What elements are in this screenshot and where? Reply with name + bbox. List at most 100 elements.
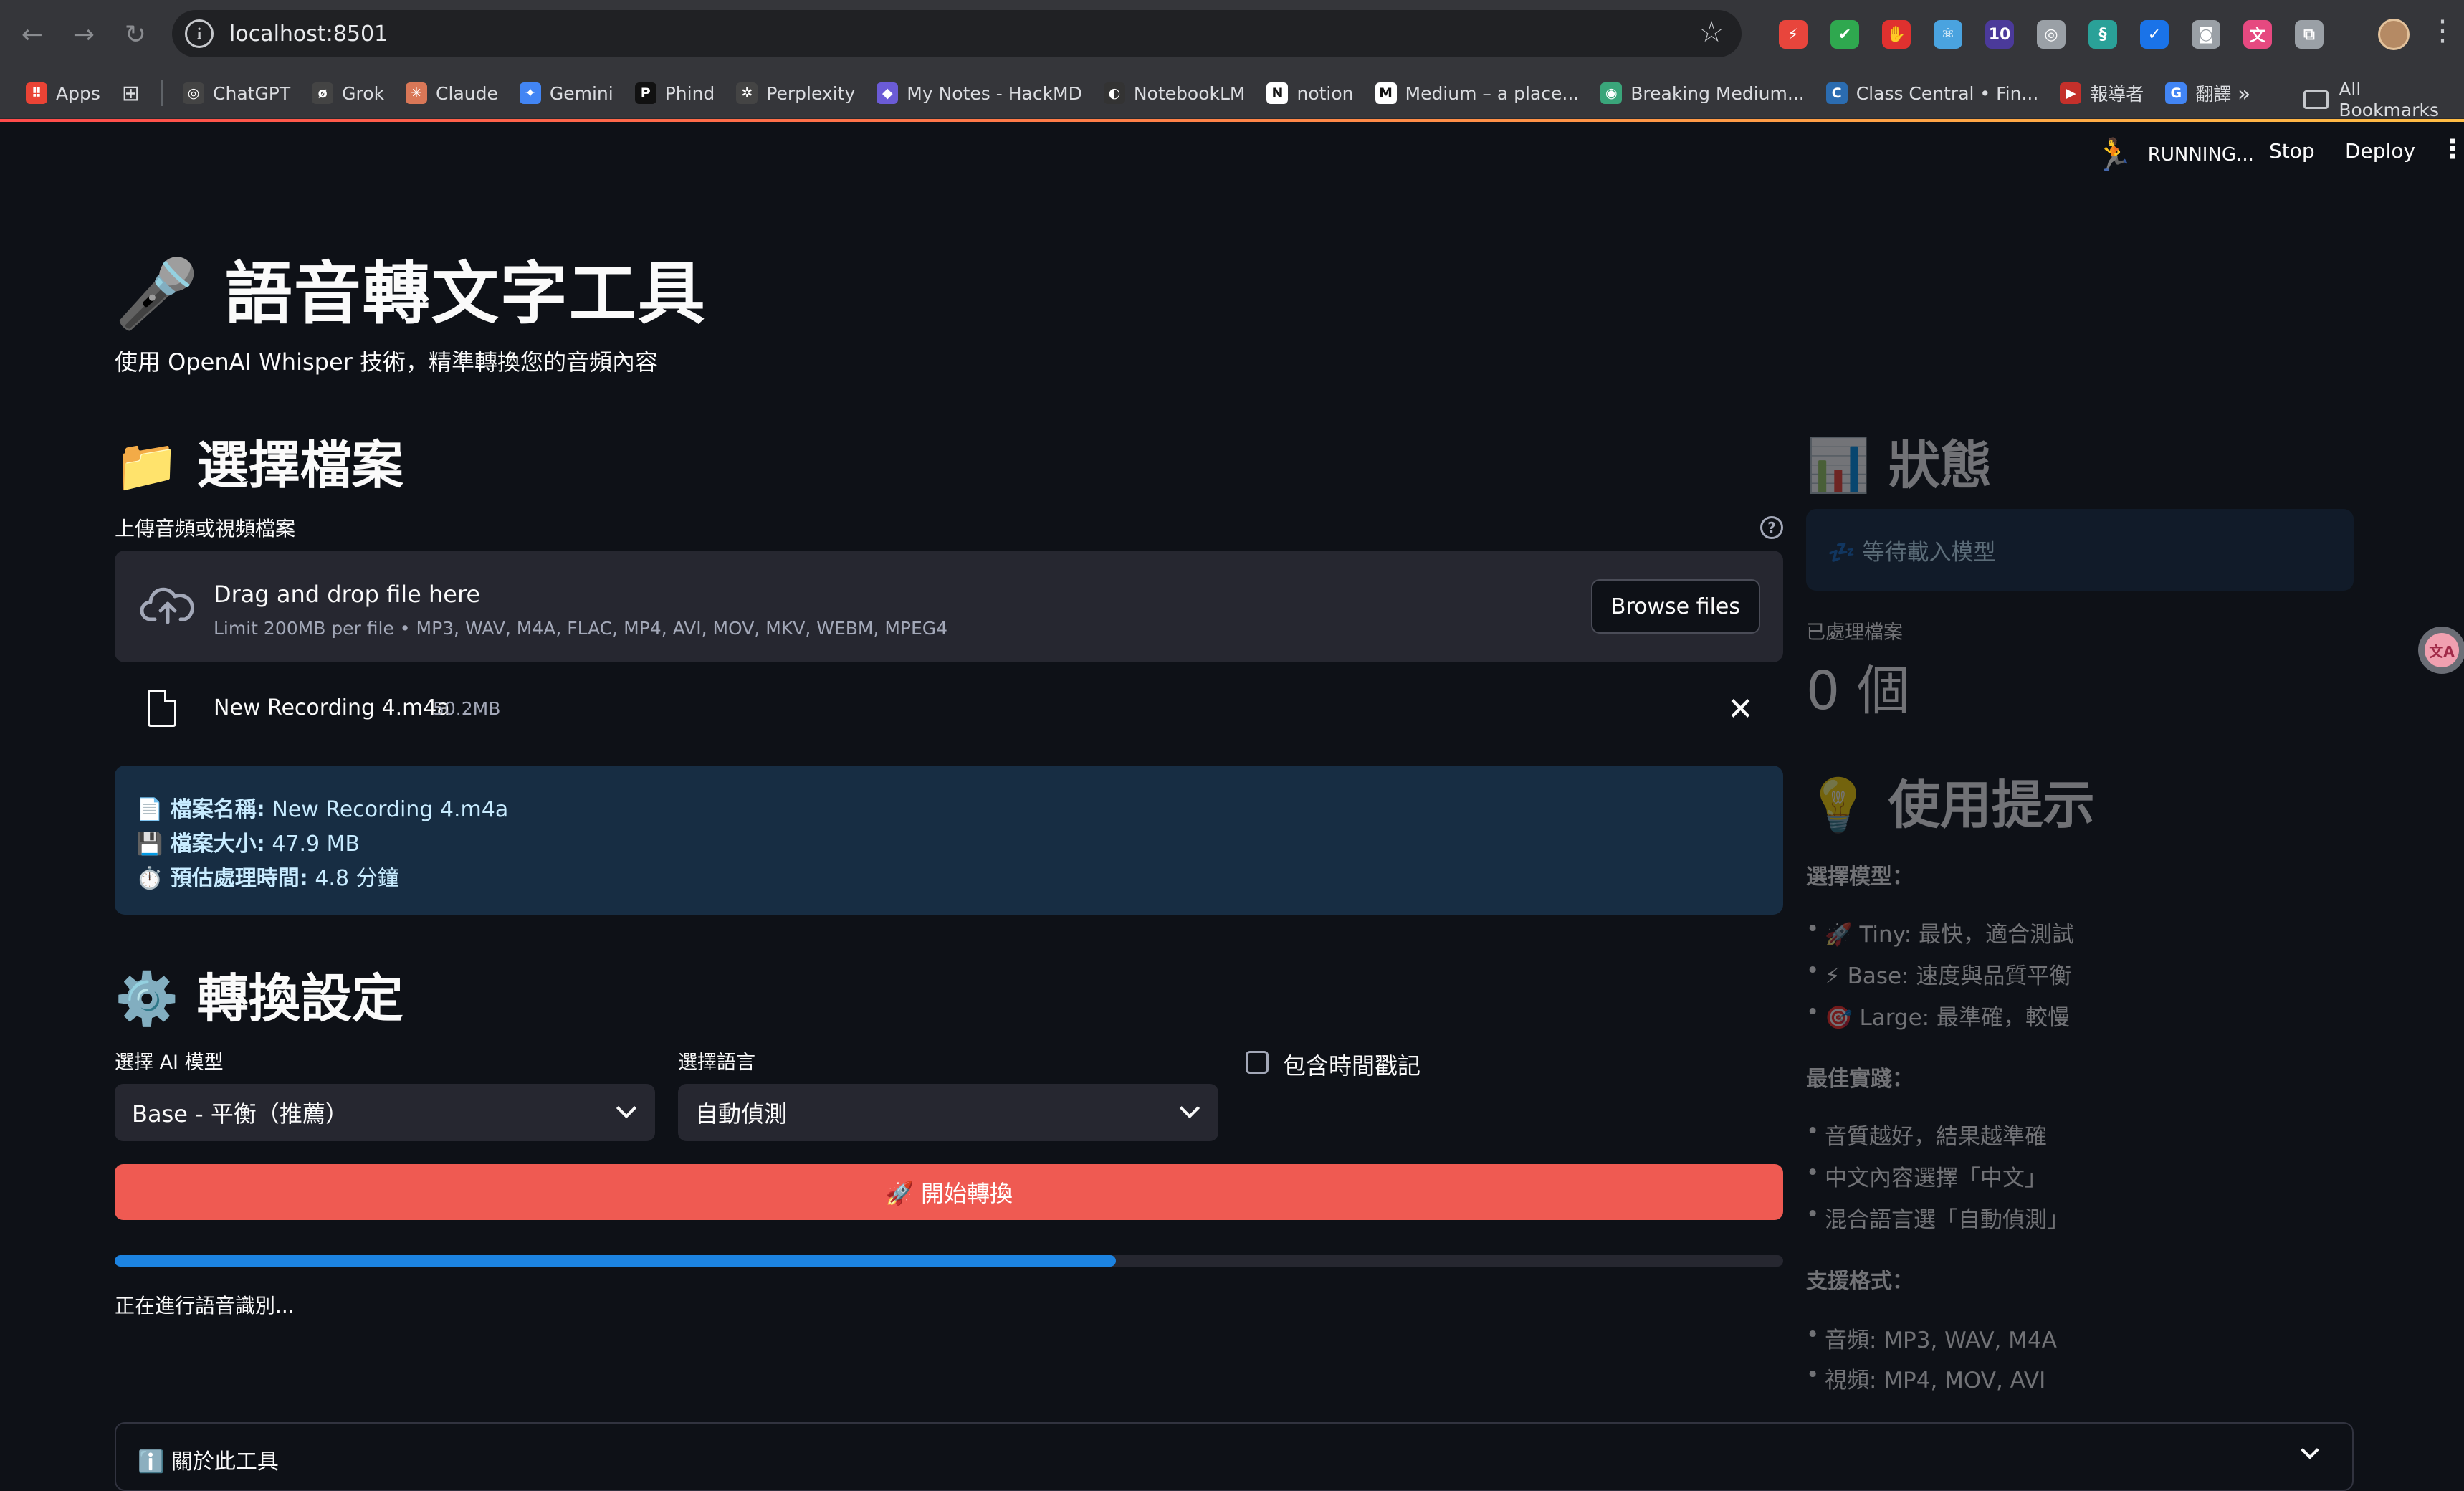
translate-icon: 文A [2425, 633, 2459, 667]
bookmark-item[interactable]: ◆ My Notes - HackMD [877, 82, 1082, 104]
bookmark-item[interactable]: ⠿ Apps [26, 82, 100, 104]
phind-icon: P [634, 82, 656, 104]
address-url[interactable]: localhost:8501 [229, 22, 388, 47]
shield-ext-icon[interactable]: ✔ [1830, 20, 1859, 49]
timestamp-checkbox[interactable] [1246, 1051, 1269, 1074]
bookmark-label: Gemini [549, 82, 613, 104]
file-icon [148, 690, 176, 727]
reload-icon[interactable]: ↻ [115, 14, 156, 55]
bookmark-label: Grok [342, 82, 385, 104]
file-size-info-value: 47.9 MB [264, 832, 360, 857]
bookmark-label: My Notes - HackMD [907, 82, 1082, 104]
site-info-icon[interactable]: i [185, 19, 214, 48]
target-ext-icon[interactable]: ◎ [2037, 20, 2066, 49]
language-select[interactable]: 自動偵測 [678, 1084, 1218, 1141]
select-file-heading: 📁 選擇檔案 [115, 435, 403, 495]
status-message-box: 💤 等待載入模型 [1806, 509, 2354, 591]
tag-ext-icon[interactable]: § [2088, 20, 2117, 49]
bookmark-item[interactable]: G 翻譯 [2165, 80, 2231, 106]
tip-item: 視頻: MP4, MOV, AVI [1806, 1362, 2045, 1394]
react-ext-icon[interactable]: ⚛ [1934, 20, 1962, 49]
help-icon[interactable]: ? [1760, 516, 1783, 539]
profile-avatar[interactable] [2378, 19, 2410, 50]
bookmark-item[interactable]: ◉ Breaking Medium... [1600, 82, 1805, 104]
browse-files-button[interactable]: Browse files [1590, 579, 1760, 634]
file-name-info: 📄 檔案名稱: New Recording 4.m4a [136, 791, 508, 823]
all-bookmarks-label: All Bookmarks [2339, 79, 2440, 120]
bookmark-item[interactable]: ▶ 報導者 [2060, 80, 2144, 106]
time-estimate-info-label: ⏱️ 預估處理時間: [136, 866, 308, 891]
upload-label: 上傳音頻或視頻檔案 [115, 517, 296, 540]
perplexity-icon: ✲ [736, 82, 758, 104]
check-ext-icon[interactable]: ✓ [2140, 20, 2169, 49]
all-bookmarks[interactable]: All Bookmarks [2303, 79, 2464, 120]
browser-menu-icon[interactable]: ⋮ [2428, 14, 2457, 47]
classcentral-icon: C [1825, 82, 1848, 104]
tab-groups-icon[interactable]: ⊞ [122, 81, 140, 106]
tip-item: 音頻: MP3, WAV, M4A [1806, 1322, 2057, 1354]
puzzle-ext-icon[interactable]: ⧉ [2295, 20, 2324, 49]
browser-toolbar: ← → ↻ i localhost:8501 ☆ ⚡ ✔ ✋ ⚛ 10 ◎ § ✓ ◙ 文 ⧉ ⋮ [0, 0, 2464, 69]
page-title: 🎤 語音轉文字工具 [115, 255, 707, 333]
processed-files-value: 0 個 [1806, 660, 1910, 722]
floating-translate-icon[interactable]: 文A [2418, 627, 2464, 674]
bookmark-item[interactable]: C Class Central • Fin... [1825, 82, 2038, 104]
status-message: 💤 等待載入模型 [1828, 539, 1996, 566]
bookmark-item[interactable]: ✲ Perplexity [736, 82, 855, 104]
file-name-info-label: 📄 檔案名稱: [136, 797, 265, 822]
address-bar[interactable]: i localhost:8501 ☆ [172, 10, 1742, 57]
time-estimate-info: ⏱️ 預估處理時間: 4.8 分鐘 [136, 860, 399, 892]
progress-bar [115, 1255, 1783, 1267]
tips-model-heading: 選擇模型： [1806, 864, 1914, 890]
timestamp-checkbox-label[interactable]: 包含時間戳記 [1283, 1048, 1420, 1081]
back-icon[interactable]: ← [11, 14, 53, 55]
bookmark-item[interactable]: P Phind [634, 82, 715, 104]
medium-icon: M [1375, 82, 1397, 104]
badge-ext-icon[interactable]: 10 [1985, 20, 2014, 49]
bookmarks-bar: ⠿ Apps ⊞ ◎ ChatGPT ø Grok ✳ Claude ✦ Gemini P Phind ✲… [0, 69, 2464, 120]
running-man-icon: 🏃 [2094, 137, 2134, 173]
stop-button[interactable]: Stop [2269, 139, 2315, 163]
bookmark-item[interactable]: Nnotion [1266, 82, 1354, 104]
bookmark-item[interactable]: ✦ Gemini [519, 82, 613, 104]
uploaded-file-row: New Recording 4.m4a 50.2MB ✕ [115, 677, 1783, 741]
grok-icon: ø [312, 82, 334, 104]
running-label: RUNNING... [2147, 144, 2254, 166]
tip-item: 中文內容選擇「中文」 [1806, 1160, 2047, 1192]
model-select[interactable]: Base - 平衡（推薦） [115, 1084, 655, 1141]
tip-item: 音質越好，結果越準確 [1806, 1118, 2047, 1151]
bookmarks-overflow-icon[interactable]: » [2238, 82, 2250, 107]
file-dropzone[interactable]: Drag and drop file here Limit 200MB per … [115, 551, 1783, 662]
bookmark-label: 報導者 [2090, 84, 2144, 105]
lightning-ext-icon[interactable]: ⚡ [1779, 20, 1808, 49]
forward-icon[interactable]: → [63, 14, 105, 55]
app-menu-icon[interactable]: ⋮ [2440, 135, 2464, 164]
bookmark-label: 翻譯 [2195, 84, 2232, 105]
model-select-label: 選擇 AI 模型 [115, 1052, 224, 1074]
bookmark-item[interactable]: ◐ NotebookLM [1103, 82, 1245, 104]
deploy-button[interactable]: Deploy [2345, 139, 2415, 163]
file-info-box: 📄 檔案名稱: New Recording 4.m4a 💾 檔案大小: 47.9… [115, 766, 1783, 915]
bookmark-label: Phind [664, 82, 715, 104]
bookmark-label: Medium – a place... [1405, 82, 1580, 104]
remove-file-icon[interactable]: ✕ [1727, 691, 1754, 728]
chatgpt-icon: ◎ [183, 82, 205, 104]
bookmark-item[interactable]: ø Grok [312, 82, 384, 104]
progress-bar-fill [115, 1255, 1116, 1267]
dropzone-title: Drag and drop file here [214, 581, 481, 608]
translate-bookmark-icon: G [2165, 82, 2187, 104]
translate-ext-icon[interactable]: 文 [2243, 20, 2272, 49]
start-conversion-button[interactable]: 🚀 開始轉換 [115, 1164, 1783, 1220]
uploaded-file-name: New Recording 4.m4a [214, 695, 450, 720]
bookmark-label: ChatGPT [213, 82, 291, 104]
tips-format-heading: 支援格式： [1806, 1269, 1914, 1294]
bookmark-item[interactable]: M Medium – a place... [1375, 82, 1580, 104]
tip-item: ⚡ Base: 速度與品質平衡 [1806, 958, 2071, 990]
extensions-bar: ⚡ ✔ ✋ ⚛ 10 ◎ § ✓ ◙ 文 ⧉ [1779, 14, 2346, 54]
hand-ext-icon[interactable]: ✋ [1882, 20, 1911, 49]
about-expander[interactable]: ℹ️ 關於此工具 [115, 1422, 2354, 1491]
bookmark-star-icon[interactable]: ☆ [1699, 16, 1724, 49]
bookmark-item[interactable]: ◎ ChatGPT [183, 82, 290, 104]
camera-ext-icon[interactable]: ◙ [2192, 20, 2220, 49]
bookmark-item[interactable]: ✳ Claude [406, 82, 498, 104]
